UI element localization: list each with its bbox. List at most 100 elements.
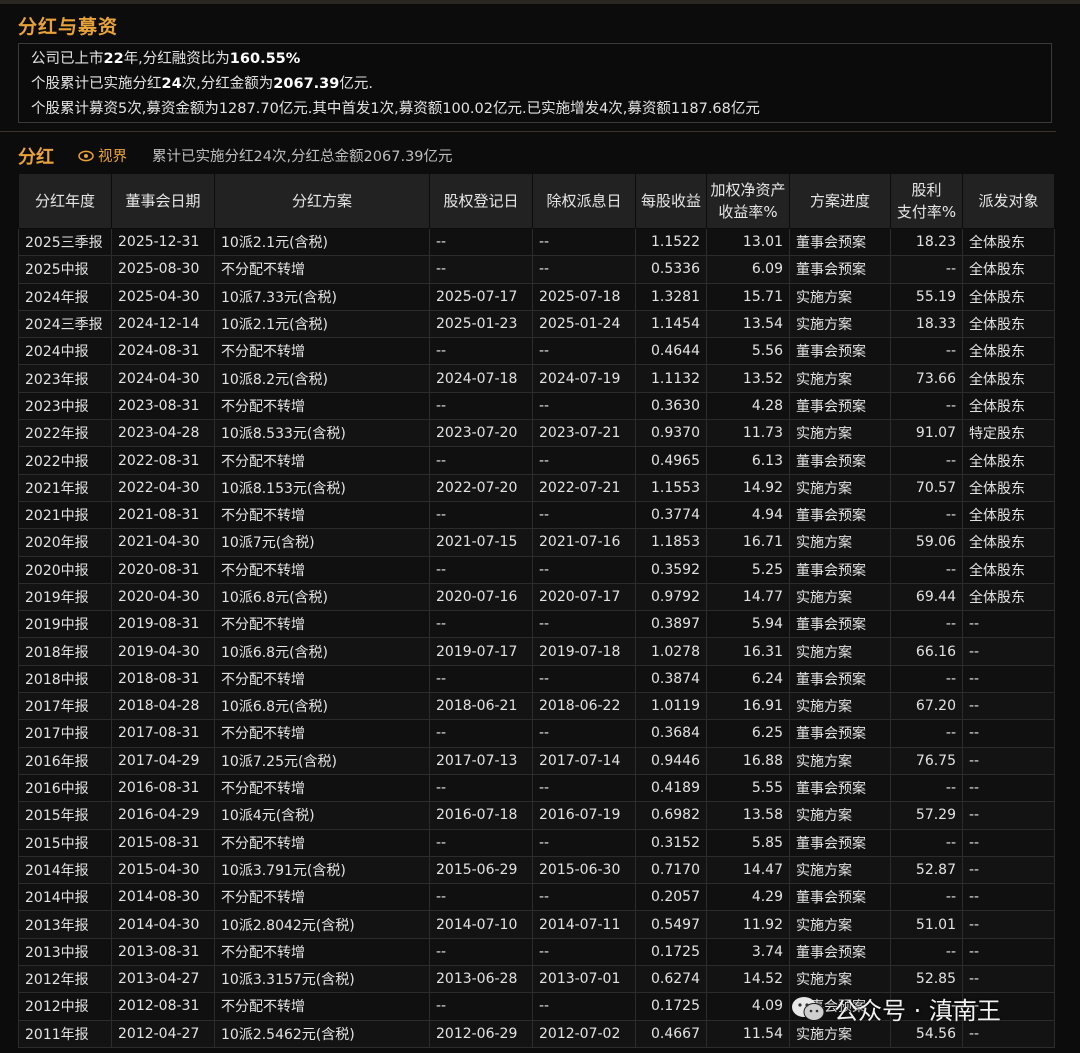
col-header-target[interactable]: 派发对象 bbox=[962, 173, 1055, 229]
table-row[interactable]: 2013年报 2014-04-30 10派2.8042元(含税) 2014-07-10… bbox=[18, 910, 1055, 939]
table-row[interactable]: 2022中报 2022-08-31 不分配不转增 -- -- 0.4965 6.13 董事会预… bbox=[18, 446, 1055, 475]
table-row[interactable]: 2022年报 2023-04-28 10派8.533元(含税) 2023-07-20 2… bbox=[18, 419, 1055, 448]
table-row[interactable]: 2025中报 2025-08-30 不分配不转增 -- -- 0.5336 6.09 董事会预… bbox=[18, 255, 1055, 284]
cell-year: 2011年报 bbox=[18, 1019, 112, 1048]
cell-ex-date: 2012-07-02 bbox=[532, 1019, 636, 1048]
cell-eps: 1.1522 bbox=[635, 227, 707, 257]
table-row[interactable]: 2024三季报 2024-12-14 10派2.1元(含税) 2025-01-23 20… bbox=[18, 309, 1055, 339]
cell-roe: 16.91 bbox=[706, 692, 790, 721]
section-title: 分红与募资 bbox=[18, 16, 119, 38]
cell-eps: 1.1454 bbox=[635, 309, 707, 339]
cell-roe: 11.54 bbox=[706, 1019, 790, 1048]
cell-payout: -- bbox=[890, 828, 963, 857]
cell-target: 全体股东 bbox=[962, 391, 1055, 421]
summary-line-2: 个股累计已实施分红24次,分红金额为2067.39亿元. bbox=[31, 72, 1039, 97]
table-row[interactable]: 2025三季报 2025-12-31 10派2.1元(含税) -- -- 1.1522 13… bbox=[18, 227, 1055, 257]
cell-eps: 1.1132 bbox=[635, 364, 707, 393]
col-header-reg-date[interactable]: 股权登记日 bbox=[429, 173, 533, 229]
cell-roe: 14.77 bbox=[706, 582, 790, 612]
cell-target: -- bbox=[962, 883, 1055, 912]
cell-payout: 18.23 bbox=[890, 227, 963, 257]
cell-plan: 10派6.8元(含税) bbox=[214, 582, 430, 612]
table-row[interactable]: 2016中报 2016-08-31 不分配不转增 -- -- 0.4189 5.55 董事会预… bbox=[18, 773, 1055, 803]
cell-plan: 不分配不转增 bbox=[214, 555, 430, 584]
cell-year: 2016年报 bbox=[18, 746, 112, 775]
table-row[interactable]: 2014中报 2014-08-30 不分配不转增 -- -- 0.2057 4.29 董事会预… bbox=[18, 883, 1055, 912]
cell-plan: 10派2.5462元(含税) bbox=[214, 1019, 430, 1048]
cell-ex-date: -- bbox=[532, 500, 636, 530]
cell-eps: 0.3897 bbox=[635, 610, 707, 639]
col-header-eps[interactable]: 每股收益 bbox=[635, 173, 707, 229]
cell-year: 2016中报 bbox=[18, 773, 112, 803]
table-row[interactable]: 2020年报 2021-04-30 10派7元(含税) 2021-07-15 2021-… bbox=[18, 528, 1055, 557]
table-row[interactable]: 2024年报 2025-04-30 10派7.33元(含税) 2025-07-17 20… bbox=[18, 282, 1055, 311]
cell-plan: 10派2.1元(含税) bbox=[214, 227, 430, 257]
cell-progress: 董事会预案 bbox=[789, 719, 891, 748]
cell-year: 2013中报 bbox=[18, 937, 112, 967]
col-header-board-date[interactable]: 董事会日期 bbox=[111, 173, 215, 229]
table-row[interactable]: 2021年报 2022-04-30 10派8.153元(含税) 2022-07-20 2… bbox=[18, 473, 1055, 502]
cell-target: -- bbox=[962, 692, 1055, 721]
cell-board-date: 2022-08-31 bbox=[111, 446, 215, 475]
cell-board-date: 2015-04-30 bbox=[111, 855, 215, 885]
table-row[interactable]: 2019年报 2020-04-30 10派6.8元(含税) 2020-07-16 202… bbox=[18, 582, 1055, 612]
col-header-progress[interactable]: 方案进度 bbox=[789, 173, 891, 229]
cell-roe: 11.73 bbox=[706, 419, 790, 448]
col-header-ex-date[interactable]: 除权派息日 bbox=[532, 173, 636, 229]
cell-year: 2012年报 bbox=[18, 965, 112, 994]
cell-payout: -- bbox=[890, 337, 963, 366]
cell-progress: 实施方案 bbox=[789, 473, 891, 502]
cell-board-date: 2018-04-28 bbox=[111, 692, 215, 721]
table-row[interactable]: 2018年报 2019-04-30 10派6.8元(含税) 2019-07-17 201… bbox=[18, 637, 1055, 666]
cell-eps: 0.4189 bbox=[635, 773, 707, 803]
table-row[interactable]: 2017中报 2017-08-31 不分配不转增 -- -- 0.3684 6.25 董事会预… bbox=[18, 719, 1055, 748]
table-row[interactable]: 2020中报 2020-08-31 不分配不转增 -- -- 0.3592 5.25 董事会预… bbox=[18, 555, 1055, 584]
cell-target: -- bbox=[962, 828, 1055, 857]
cell-payout: -- bbox=[890, 610, 963, 639]
table-row[interactable]: 2018中报 2018-08-31 不分配不转增 -- -- 0.3874 6.24 董事会预… bbox=[18, 664, 1055, 694]
cell-ex-date: -- bbox=[532, 883, 636, 912]
col-header-plan[interactable]: 分红方案 bbox=[214, 173, 430, 229]
cell-roe: 6.09 bbox=[706, 255, 790, 284]
summary-text: 个股累计已实施分红 bbox=[31, 76, 162, 92]
cell-year: 2014中报 bbox=[18, 883, 112, 912]
cell-year: 2024年报 bbox=[18, 282, 112, 311]
cell-roe: 13.58 bbox=[706, 801, 790, 830]
cell-eps: 0.1725 bbox=[635, 992, 707, 1021]
view-link[interactable]: 视界 bbox=[78, 145, 127, 166]
table-row[interactable]: 2024中报 2024-08-31 不分配不转增 -- -- 0.4644 5.56 董事会预… bbox=[18, 337, 1055, 366]
table-row[interactable]: 2015年报 2016-04-29 10派4元(含税) 2016-07-18 2016-… bbox=[18, 801, 1055, 830]
cell-payout: 76.75 bbox=[890, 746, 963, 775]
table-row[interactable]: 2017年报 2018-04-28 10派6.8元(含税) 2018-06-21 201… bbox=[18, 692, 1055, 721]
table-row[interactable]: 2015中报 2015-08-31 不分配不转增 -- -- 0.3152 5.85 董事会预… bbox=[18, 828, 1055, 857]
cell-plan: 不分配不转增 bbox=[214, 337, 430, 366]
cell-board-date: 2015-08-31 bbox=[111, 828, 215, 857]
table-row[interactable]: 2014年报 2015-04-30 10派3.791元(含税) 2015-06-29 2… bbox=[18, 855, 1055, 885]
cell-year: 2012中报 bbox=[18, 992, 112, 1021]
cell-payout: -- bbox=[890, 500, 963, 530]
table-row[interactable]: 2019中报 2019-08-31 不分配不转增 -- -- 0.3897 5.94 董事会预… bbox=[18, 610, 1055, 639]
col-header-payout[interactable]: 股利 支付率% bbox=[890, 173, 963, 229]
watermark: 公众号 · 滇南王 bbox=[790, 991, 1001, 1026]
table-row[interactable]: 2023年报 2024-04-30 10派8.2元(含税) 2024-07-18 202… bbox=[18, 364, 1055, 393]
table-row[interactable]: 2012年报 2013-04-27 10派3.3157元(含税) 2013-06-28… bbox=[18, 965, 1055, 994]
cell-board-date: 2021-04-30 bbox=[111, 528, 215, 557]
cell-progress: 董事会预案 bbox=[789, 446, 891, 475]
cell-year: 2022中报 bbox=[18, 446, 112, 475]
col-header-roe[interactable]: 加权净资产 收益率% bbox=[706, 173, 790, 229]
table-row[interactable]: 2013中报 2013-08-31 不分配不转增 -- -- 0.1725 3.74 董事会预… bbox=[18, 937, 1055, 967]
cell-progress: 董事会预案 bbox=[789, 391, 891, 421]
cell-target: 全体股东 bbox=[962, 337, 1055, 366]
roe-header-line1: 加权净资产 bbox=[710, 181, 786, 199]
table-row[interactable]: 2016年报 2017-04-29 10派7.25元(含税) 2017-07-13 20… bbox=[18, 746, 1055, 775]
table-row[interactable]: 2021中报 2021-08-31 不分配不转增 -- -- 0.3774 4.94 董事会预… bbox=[18, 500, 1055, 530]
table-row[interactable]: 2023中报 2023-08-31 不分配不转增 -- -- 0.3630 4.28 董事会预… bbox=[18, 391, 1055, 421]
cell-reg-date: -- bbox=[429, 500, 533, 530]
cell-year: 2018年报 bbox=[18, 637, 112, 666]
cell-reg-date: 2012-06-29 bbox=[429, 1019, 533, 1048]
cell-roe: 6.25 bbox=[706, 719, 790, 748]
cell-reg-date: 2021-07-15 bbox=[429, 528, 533, 557]
cell-roe: 5.85 bbox=[706, 828, 790, 857]
col-header-year[interactable]: 分红年度 bbox=[18, 173, 112, 229]
cell-progress: 董事会预案 bbox=[789, 883, 891, 912]
